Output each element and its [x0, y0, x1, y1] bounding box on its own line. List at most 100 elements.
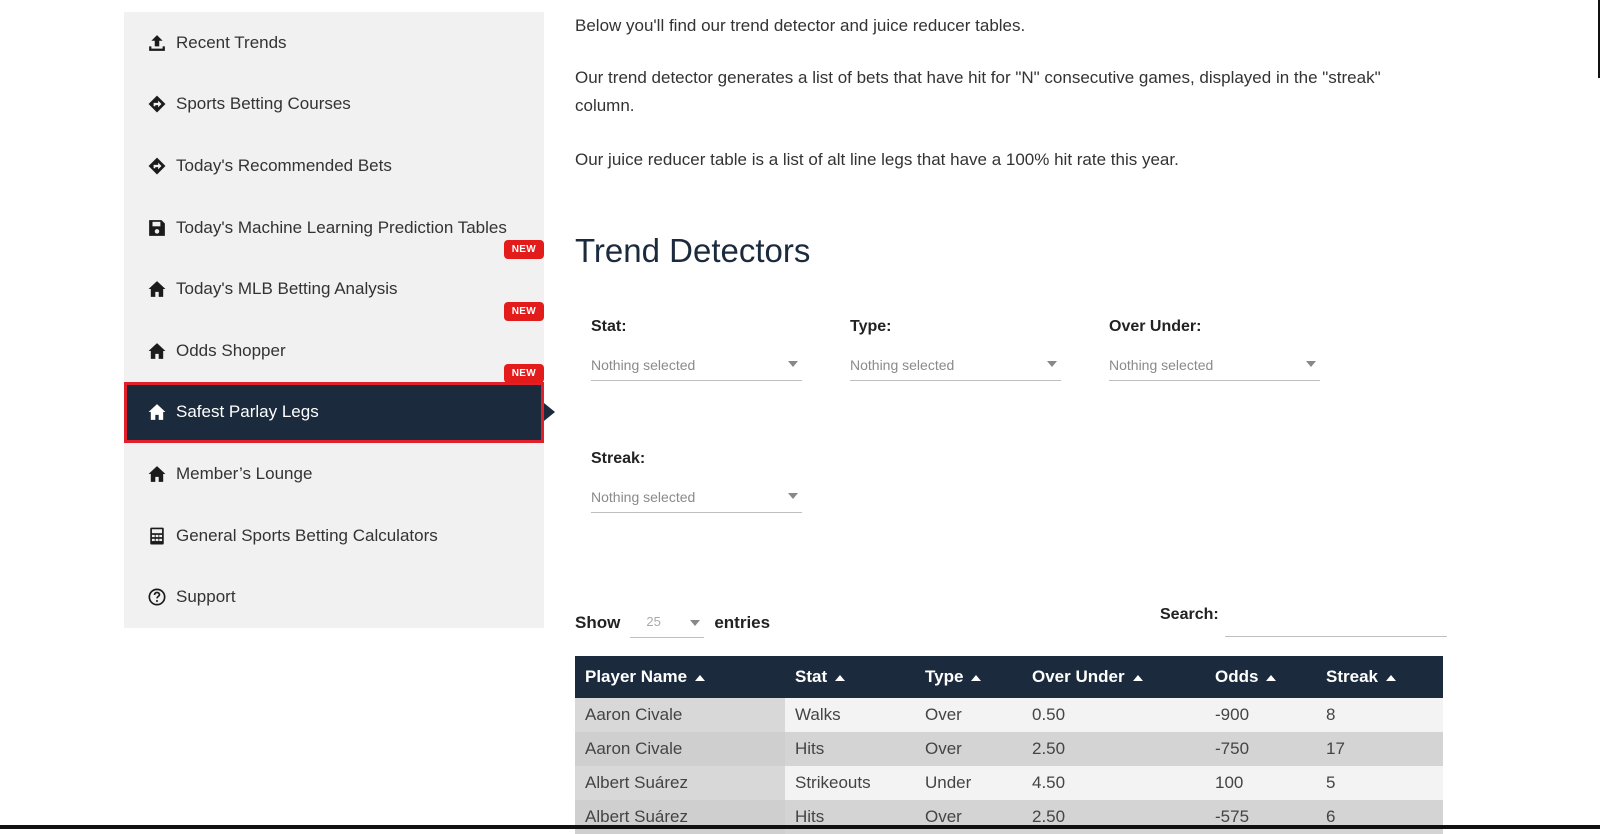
cell-over-under: 0.50 — [1022, 698, 1205, 732]
header-label: Type — [925, 667, 964, 686]
cell-odds: -750 — [1205, 732, 1316, 766]
home-icon — [148, 342, 166, 360]
sort-asc-icon — [835, 674, 846, 681]
cell-over-under: 4.50 — [1022, 766, 1205, 800]
home-icon — [148, 403, 166, 421]
cell-streak: 5 — [1316, 766, 1443, 800]
type-select[interactable]: Nothing selected — [850, 354, 1061, 381]
entries-label: entries — [714, 613, 771, 632]
header-odds[interactable]: Odds — [1205, 656, 1316, 698]
table-row: Albert Suárez Strikeouts Under 4.50 100 … — [575, 766, 1443, 800]
sidebar-item-label: Member’s Lounge — [176, 463, 313, 483]
caret-down-icon — [1047, 361, 1057, 367]
sidebar-item-todays-recommended-bets[interactable]: Today's Recommended Bets — [124, 135, 544, 197]
sidebar-item-label: Sports Betting Courses — [176, 94, 351, 114]
caret-down-icon — [788, 493, 798, 499]
sidebar-item-label: Support — [176, 587, 236, 607]
header-label: Over Under — [1032, 667, 1125, 686]
over-under-select[interactable]: Nothing selected — [1109, 354, 1320, 381]
sort-asc-icon — [971, 674, 982, 681]
table-header-row: Player Name Stat Type Over Under Odds St… — [575, 656, 1443, 698]
table-length-control: Show 25 entries — [575, 608, 770, 638]
cell-player-name: Aaron Civale — [575, 732, 785, 766]
intro-paragraph-1: Below you'll find our trend detector and… — [575, 16, 1026, 35]
question-circle-icon — [148, 588, 166, 606]
over-under-filter: Over Under: Nothing selected — [1109, 318, 1320, 381]
streak-filter: Streak: Nothing selected — [591, 450, 802, 513]
intro-paragraph-2: Our trend detector generates a list of b… — [575, 68, 1381, 115]
streak-filter-label: Streak: — [591, 450, 646, 467]
sidebar-item-support[interactable]: Support — [124, 566, 544, 628]
over-under-filter-label: Over Under: — [1109, 318, 1202, 335]
header-player-name[interactable]: Player Name — [575, 656, 785, 698]
new-badge: NEW — [503, 301, 544, 321]
sort-asc-icon — [1132, 674, 1143, 681]
cell-type: Over — [915, 732, 1022, 766]
sidebar-item-betting-calculators[interactable]: General Sports Betting Calculators — [124, 505, 544, 567]
header-over-under[interactable]: Over Under — [1022, 656, 1205, 698]
type-select-value: Nothing selected — [850, 357, 955, 373]
header-type[interactable]: Type — [915, 656, 1022, 698]
header-label: Odds — [1215, 667, 1259, 686]
entries-select[interactable]: 25 — [630, 608, 705, 638]
cell-type: Under — [915, 766, 1022, 800]
bottom-border — [0, 825, 1600, 829]
streak-select[interactable]: Nothing selected — [591, 486, 802, 513]
stat-select[interactable]: Nothing selected — [591, 354, 802, 381]
upload-icon — [148, 34, 166, 52]
sidebar-item-mlb-betting-analysis[interactable]: NEW Today's MLB Betting Analysis — [124, 240, 544, 320]
caret-down-icon — [690, 620, 701, 626]
sidebar-item-safest-parlay-legs[interactable]: NEW Safest Parlay Legs — [124, 363, 555, 444]
trend-detector-table: Player Name Stat Type Over Under Odds St… — [575, 656, 1443, 834]
entries-select-value: 25 — [646, 614, 661, 629]
header-label: Streak — [1326, 667, 1378, 686]
cell-stat: Walks — [785, 698, 915, 732]
new-badge: NEW — [503, 363, 544, 383]
intro-paragraph-3: Our juice reducer table is a list of alt… — [575, 150, 1179, 169]
calculator-icon — [148, 527, 166, 545]
cell-player-name: Aaron Civale — [575, 698, 785, 732]
cell-streak: 17 — [1316, 732, 1443, 766]
home-icon — [148, 465, 166, 483]
sidebar-item-members-lounge[interactable]: Member’s Lounge — [124, 443, 544, 505]
search-label: Search: — [1160, 606, 1219, 623]
header-stat[interactable]: Stat — [785, 656, 915, 698]
header-streak[interactable]: Streak — [1316, 656, 1443, 698]
header-label: Player Name — [585, 667, 688, 686]
cell-odds: 100 — [1205, 766, 1316, 800]
sidebar-item-sports-betting-courses[interactable]: Sports Betting Courses — [124, 74, 544, 136]
new-badge: NEW — [503, 240, 544, 260]
table-row: Aaron Civale Walks Over 0.50 -900 8 — [575, 698, 1443, 732]
sidebar-item-label: Safest Parlay Legs — [176, 402, 319, 422]
sidebar-item-label: Today's MLB Betting Analysis — [176, 279, 398, 299]
cell-player-name: Albert Suárez — [575, 766, 785, 800]
table-search-control: Search: — [1160, 606, 1447, 637]
sidebar-item-label: Recent Trends — [176, 32, 287, 52]
diamond-arrow-icon — [148, 95, 166, 113]
cell-odds: -900 — [1205, 698, 1316, 732]
sidebar-item-label: Today's Machine Learning Prediction Tabl… — [176, 217, 507, 237]
section-title: Trend Detectors — [575, 232, 811, 269]
sort-asc-icon — [1385, 674, 1396, 681]
type-filter: Type: Nothing selected — [850, 318, 1061, 381]
sidebar-item-odds-shopper[interactable]: NEW Odds Shopper — [124, 301, 544, 382]
sidebar-item-label: Today's Recommended Bets — [176, 155, 392, 175]
cell-streak: 8 — [1316, 698, 1443, 732]
cell-type: Over — [915, 698, 1022, 732]
search-input[interactable] — [1224, 606, 1447, 637]
streak-select-value: Nothing selected — [591, 489, 696, 505]
header-label: Stat — [795, 667, 828, 686]
sidebar-item-ml-prediction-tables[interactable]: Today's Machine Learning Prediction Tabl… — [124, 197, 544, 259]
sort-asc-icon — [1266, 674, 1277, 681]
stat-filter: Stat: Nothing selected — [591, 318, 802, 381]
sidebar-item-recent-trends[interactable]: Recent Trends — [124, 12, 544, 74]
over-under-select-value: Nothing selected — [1109, 357, 1214, 373]
stat-select-value: Nothing selected — [591, 357, 696, 373]
caret-down-icon — [1306, 361, 1316, 367]
caret-down-icon — [788, 361, 798, 367]
sidebar-item-label: Odds Shopper — [176, 340, 286, 360]
sort-asc-icon — [695, 674, 706, 681]
home-icon — [148, 280, 166, 298]
save-icon — [148, 219, 166, 237]
sidebar-nav: Recent Trends Sports Betting Courses Tod… — [124, 12, 555, 628]
